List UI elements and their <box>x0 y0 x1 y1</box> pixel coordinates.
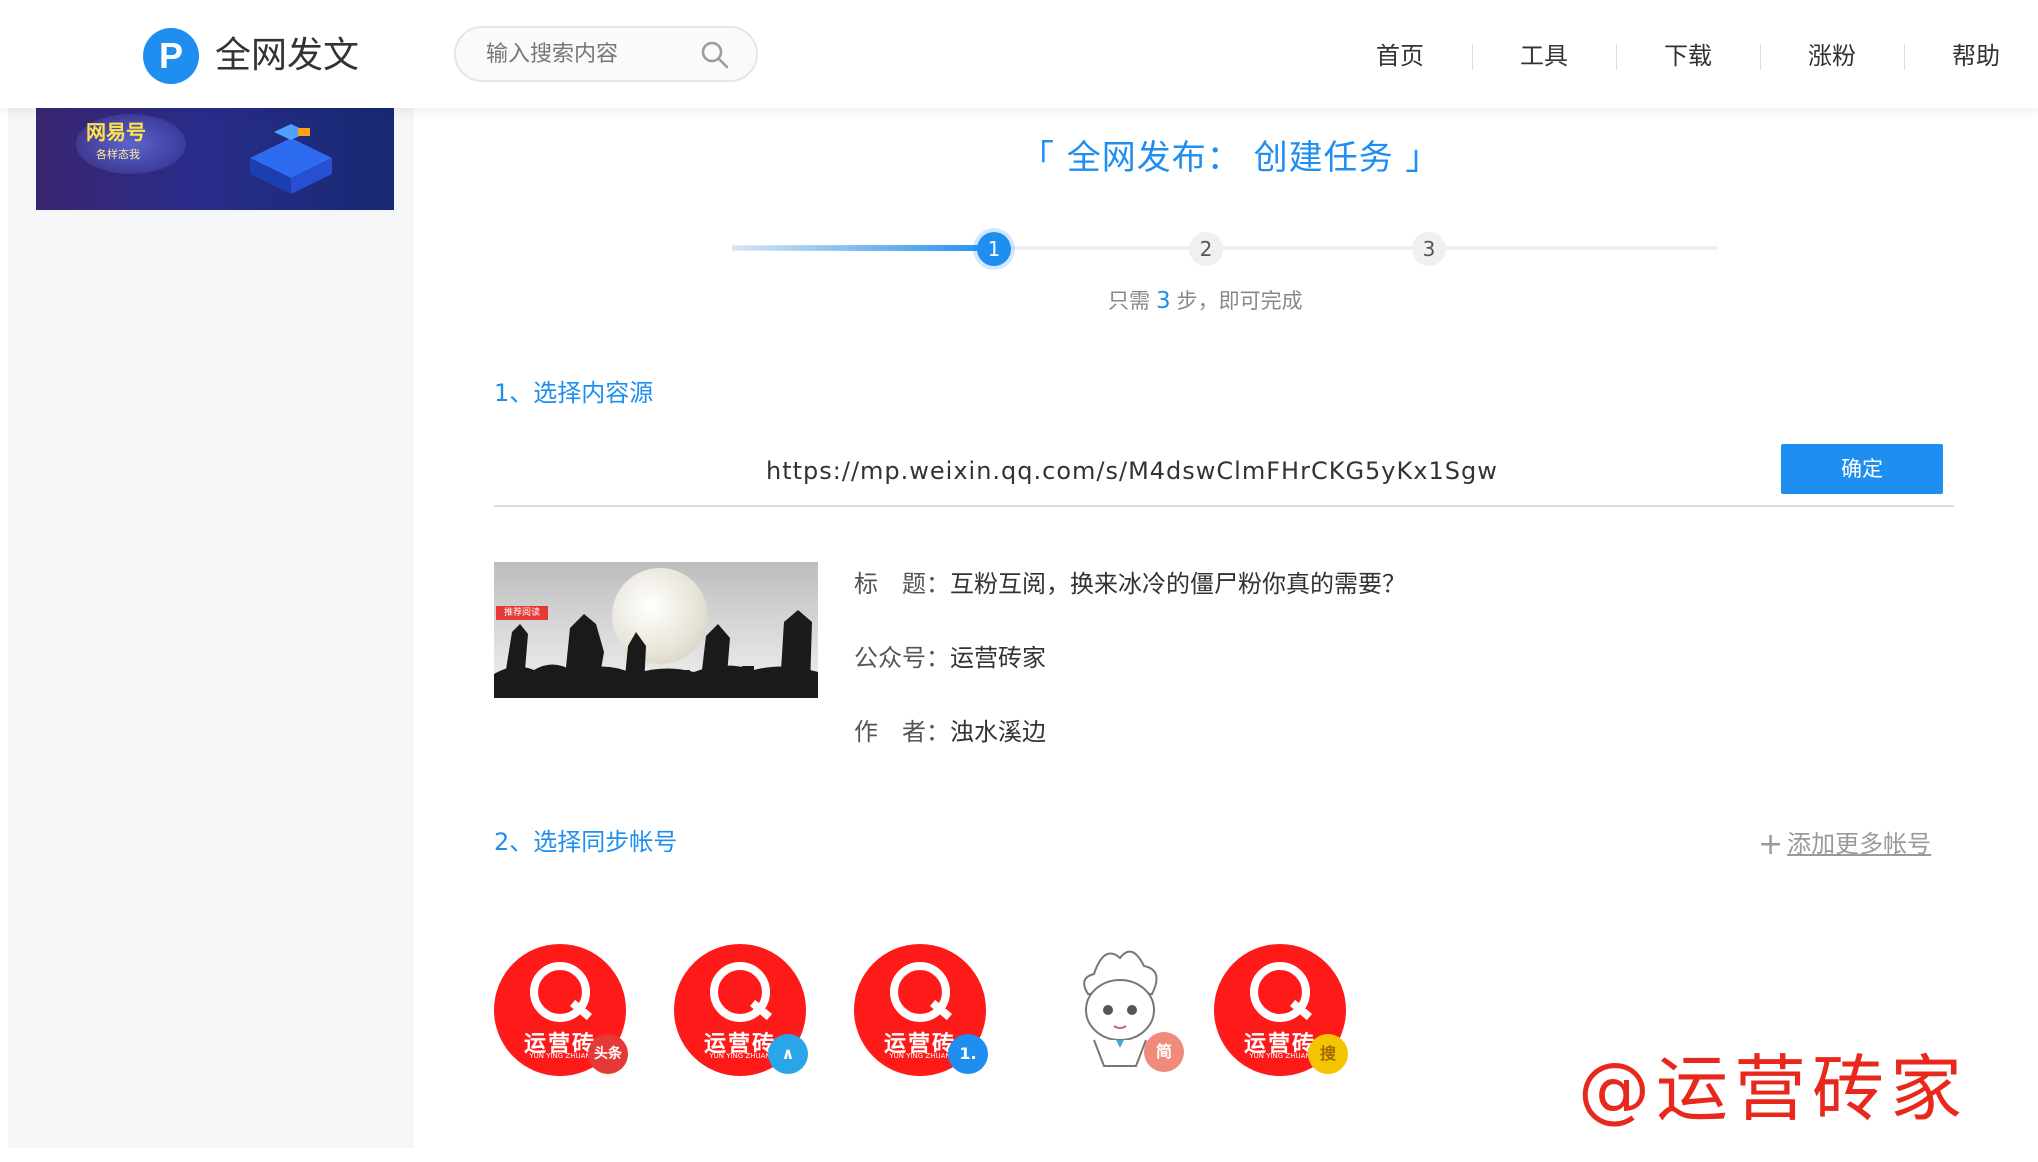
q-logo-icon <box>710 962 770 1022</box>
steps-caption-pre: 只需 <box>1108 289 1150 313</box>
add-more-label[interactable]: 添加更多帐号 <box>1787 830 1931 858</box>
nav-help[interactable]: 帮助 <box>1904 28 2038 84</box>
nav-grow-fans[interactable]: 涨粉 <box>1760 28 1904 84</box>
banner-subtitle: 各样态我 <box>96 148 140 161</box>
platform-badge-icon: ∧ <box>768 1034 808 1074</box>
main-nav: 首页 工具 下载 涨粉 帮助 <box>1328 28 2038 84</box>
top-header: P 全网发文 首页 工具 下载 涨粉 帮助 <box>0 0 2038 108</box>
account-yidian[interactable]: 运营砖 YUN YING ZHUAN 1. <box>854 944 988 1076</box>
step-1: 1 <box>977 232 1011 266</box>
isometric-cube-icon <box>250 124 332 194</box>
zombie-silhouette-image <box>494 610 818 698</box>
article-title: 互粉互阅，换来冰冷的僵尸粉你真的需要？ <box>950 570 1406 598</box>
jianshu-badge-icon: 简 <box>1144 1032 1184 1072</box>
add-more-accounts-link[interactable]: + 添加更多帐号 <box>1758 824 1931 862</box>
article-account: 运营砖家 <box>950 644 1046 672</box>
logo-icon[interactable]: P <box>143 28 199 84</box>
q-logo-icon <box>890 962 950 1022</box>
url-value[interactable]: https://mp.weixin.qq.com/s/M4dswClmFHrCK… <box>766 457 1498 485</box>
url-field[interactable]: https://mp.weixin.qq.com/s/M4dswClmFHrCK… <box>494 437 1954 507</box>
article-author-row: 作 者：浊水溪边 <box>854 712 1046 747</box>
q-logo-icon <box>530 962 590 1022</box>
nav-download[interactable]: 下载 <box>1616 28 1760 84</box>
article-account-row: 公众号：运营砖家 <box>854 638 1046 673</box>
page-title: 「 全网发布： 创建任务 」 <box>1020 138 1441 178</box>
nav-home[interactable]: 首页 <box>1328 28 1472 84</box>
plus-icon: + <box>1758 827 1784 862</box>
steps-progress <box>732 245 994 251</box>
search-icon[interactable] <box>700 40 730 70</box>
account-baijiahao[interactable]: 运营砖 YUN YING ZHUAN ∧ <box>674 944 808 1076</box>
search-box[interactable] <box>454 26 758 82</box>
sohu-badge-icon: 搜 <box>1308 1034 1348 1074</box>
yidian-badge-icon: 1. <box>948 1034 988 1074</box>
banner-title: 网易号 <box>86 120 146 144</box>
article-thumbnail[interactable]: 推荐阅读 <box>494 562 818 698</box>
thumbnail-tag: 推荐阅读 <box>496 606 548 620</box>
search-input[interactable] <box>486 36 686 72</box>
steps-caption-post: 步，即可完成 <box>1176 289 1303 313</box>
account-jianshu[interactable]: 简 <box>1054 944 1186 1076</box>
q-logo-icon <box>1250 962 1310 1022</box>
article-title-label: 标 题： <box>854 570 950 598</box>
article-account-label: 公众号： <box>854 644 950 672</box>
account-toutiao[interactable]: 运营砖 YUN YING ZHUAN 头条 <box>494 944 628 1076</box>
account-sohu[interactable]: 运营砖 YUN YING ZHUAN 搜 <box>1214 944 1348 1076</box>
steps-count: 3 <box>1156 288 1171 314</box>
steps-caption: 只需 3 步，即可完成 <box>1108 285 1303 315</box>
step-2: 2 <box>1189 232 1223 266</box>
sidebar: 网易号 各样态我 <box>8 108 414 1148</box>
section-sync-accounts: 2、选择同步帐号 <box>494 828 678 856</box>
section-content-source: 1、选择内容源 <box>494 379 654 407</box>
article-author-label: 作 者： <box>854 718 950 746</box>
promo-banner[interactable]: 网易号 各样态我 <box>36 108 394 210</box>
brand-name[interactable]: 全网发文 <box>215 28 359 84</box>
confirm-button[interactable]: 确定 <box>1781 444 1943 494</box>
nav-tools[interactable]: 工具 <box>1472 28 1616 84</box>
step-3: 3 <box>1412 232 1446 266</box>
article-title-row: 标 题：互粉互阅，换来冰冷的僵尸粉你真的需要？ <box>854 564 1406 599</box>
watermark-text: @运营砖家 <box>1578 1047 1969 1131</box>
article-author: 浊水溪边 <box>950 718 1046 746</box>
toutiao-badge-icon: 头条 <box>588 1034 628 1074</box>
